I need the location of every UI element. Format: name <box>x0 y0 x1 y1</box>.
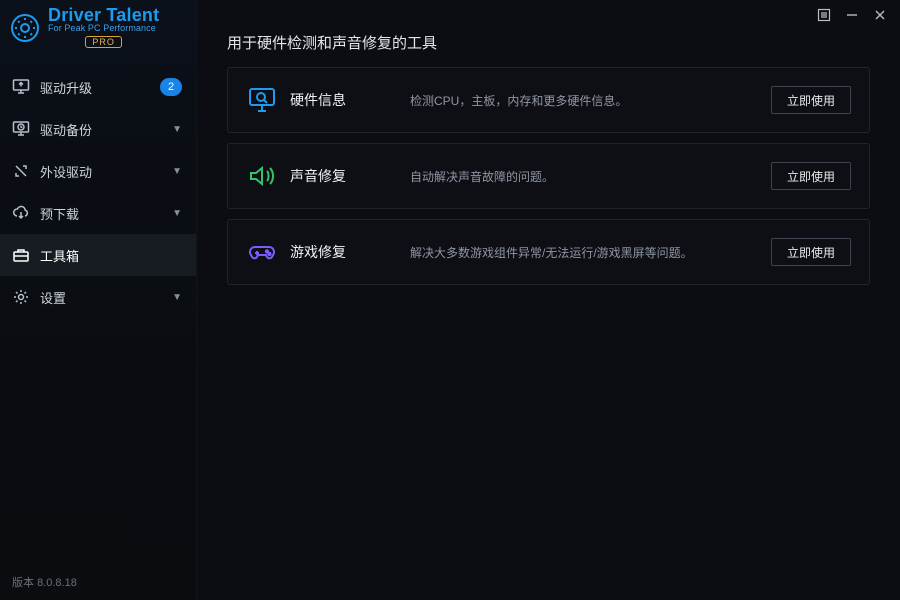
sidebar-item-label: 预下载 <box>40 204 79 223</box>
sidebar-item-driver-update[interactable]: 驱动升级 2 <box>0 66 196 108</box>
titlebar <box>197 0 900 30</box>
version-number: 8.0.8.18 <box>37 577 77 589</box>
tool-card-hardware: 硬件信息 检测CPU，主板，内存和更多硬件信息。 立即使用 <box>227 67 870 133</box>
sidebar-item-driver-backup[interactable]: 驱动备份 ▼ <box>0 108 196 150</box>
sidebar-nav: 驱动升级 2 驱动备份 ▼ 外设驱动 ▼ <box>0 66 196 564</box>
tool-card-game: 游戏修复 解决大多数游戏组件异常/无法运行/游戏黑屏等问题。 立即使用 <box>227 219 870 285</box>
sidebar-item-settings[interactable]: 设置 ▼ <box>0 276 196 318</box>
close-button[interactable] <box>868 3 892 27</box>
tool-name: 游戏修复 <box>290 242 410 262</box>
chevron-down-icon: ▼ <box>172 166 182 177</box>
chevron-down-icon: ▼ <box>172 292 182 303</box>
main-pane: 用于硬件检测和声音修复的工具 硬件信息 检测CPU，主板，内存和更多硬件信息。 … <box>197 0 900 600</box>
sidebar-item-toolbox[interactable]: 工具箱 <box>0 234 196 276</box>
sidebar: Driver Talent For Peak PC Performance PR… <box>0 0 197 600</box>
sidebar-item-predownload[interactable]: 预下载 ▼ <box>0 192 196 234</box>
gear-icon <box>10 13 40 43</box>
version-label: 版本 <box>12 577 34 589</box>
cloud-download-icon <box>12 204 30 222</box>
pro-badge: PRO <box>85 36 122 48</box>
sidebar-item-peripheral[interactable]: 外设驱动 ▼ <box>0 150 196 192</box>
version-footer: 版本 8.0.8.18 <box>0 564 196 600</box>
tool-card-sound: 声音修复 自动解决声音故障的问题。 立即使用 <box>227 143 870 209</box>
sidebar-item-label: 驱动升级 <box>40 78 92 97</box>
use-now-button[interactable]: 立即使用 <box>771 86 851 114</box>
chevron-down-icon: ▼ <box>172 208 182 219</box>
update-count-badge: 2 <box>160 78 182 96</box>
tool-desc: 解决大多数游戏组件异常/无法运行/游戏黑屏等问题。 <box>410 244 751 261</box>
tool-name: 声音修复 <box>290 166 410 186</box>
sound-fix-icon <box>246 160 278 192</box>
sidebar-item-label: 工具箱 <box>40 246 79 265</box>
sidebar-item-label: 外设驱动 <box>40 162 92 181</box>
tool-desc: 检测CPU，主板，内存和更多硬件信息。 <box>410 92 751 109</box>
toolbox-icon <box>12 246 30 264</box>
clock-backup-icon <box>12 120 30 138</box>
monitor-update-icon <box>12 78 30 96</box>
minimize-button[interactable] <box>840 3 864 27</box>
monitor-search-icon <box>246 84 278 116</box>
app-logo: Driver Talent For Peak PC Performance PR… <box>0 0 196 58</box>
use-now-button[interactable]: 立即使用 <box>771 162 851 190</box>
app-tagline: For Peak PC Performance <box>48 24 159 33</box>
use-now-button[interactable]: 立即使用 <box>771 238 851 266</box>
game-controller-icon <box>246 236 278 268</box>
sidebar-item-label: 驱动备份 <box>40 120 92 139</box>
gear-icon <box>12 288 30 306</box>
chevron-down-icon: ▼ <box>172 124 182 135</box>
menu-button[interactable] <box>812 3 836 27</box>
tool-desc: 自动解决声音故障的问题。 <box>410 168 751 185</box>
tool-name: 硬件信息 <box>290 90 410 110</box>
sidebar-item-label: 设置 <box>40 288 66 307</box>
app-window: Driver Talent For Peak PC Performance PR… <box>0 0 900 600</box>
tools-list: 硬件信息 检测CPU，主板，内存和更多硬件信息。 立即使用 声音修复 自动解决声… <box>197 67 900 285</box>
usb-icon <box>12 162 30 180</box>
